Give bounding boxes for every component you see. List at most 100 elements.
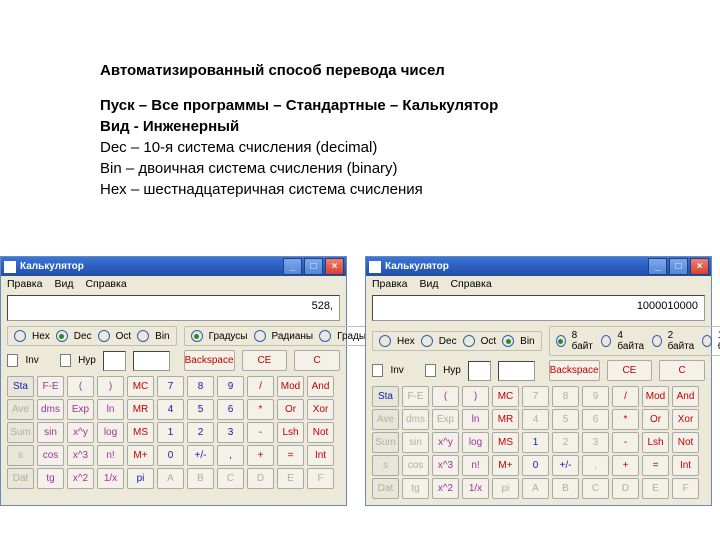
k-x2[interactable]: x^2 [67,468,94,489]
k-nf[interactable]: n! [462,455,489,476]
titlebar[interactable]: Калькулятор _ □ × [1,257,346,276]
k-lp[interactable]: ( [67,376,94,397]
k-8[interactable]: 8 [187,376,214,397]
k-cos[interactable]: cos [402,455,429,476]
k-nf[interactable]: n! [97,445,124,466]
k-7[interactable]: 7 [522,386,549,407]
k-eq[interactable]: = [642,455,669,476]
k-0[interactable]: 0 [522,455,549,476]
k-9[interactable]: 9 [582,386,609,407]
k-a[interactable]: A [522,478,549,499]
check-hyp[interactable] [425,364,436,377]
c-button[interactable]: C [294,350,340,371]
menu-view[interactable]: Вид [54,278,73,290]
radio-hex[interactable] [14,330,26,342]
radio-1byte[interactable] [702,335,712,347]
k-sub[interactable]: - [247,422,274,443]
k-dms[interactable]: dms [37,399,64,420]
k-eq[interactable]: = [277,445,304,466]
k-pm[interactable]: +/- [187,445,214,466]
radio-oct[interactable] [98,330,110,342]
k-9[interactable]: 9 [217,376,244,397]
k-2[interactable]: 2 [187,422,214,443]
c-button[interactable]: C [659,360,705,381]
ce-button[interactable]: CE [242,350,288,371]
k-d[interactable]: D [612,478,639,499]
k-mc[interactable]: MC [127,376,154,397]
k-mul[interactable]: * [612,409,639,430]
k-ms[interactable]: MS [127,422,154,443]
k-4[interactable]: 4 [522,409,549,430]
k-dms[interactable]: dms [402,409,429,430]
k-dat[interactable]: Dat [7,468,34,489]
k-1x[interactable]: 1/x [97,468,124,489]
maximize-button[interactable]: □ [304,258,323,275]
k-or[interactable]: Or [277,399,304,420]
close-button[interactable]: × [325,258,344,275]
k-int[interactable]: Int [672,455,699,476]
ce-button[interactable]: CE [607,360,653,381]
k-cos[interactable]: cos [37,445,64,466]
k-fe[interactable]: F-E [402,386,429,407]
k-1[interactable]: 1 [157,422,184,443]
k-ms[interactable]: MS [492,432,519,453]
k-7[interactable]: 7 [157,376,184,397]
k-mul[interactable]: * [247,399,274,420]
titlebar[interactable]: Калькулятор _ □ × [366,257,711,276]
k-6[interactable]: 6 [217,399,244,420]
minimize-button[interactable]: _ [283,258,302,275]
k-f[interactable]: F [672,478,699,499]
radio-8byte[interactable] [556,335,566,347]
k-div[interactable]: / [612,386,639,407]
k-4[interactable]: 4 [157,399,184,420]
k-mp[interactable]: M+ [127,445,154,466]
k-lsh[interactable]: Lsh [642,432,669,453]
k-sta[interactable]: Sta [372,386,399,407]
k-2[interactable]: 2 [552,432,579,453]
k-log[interactable]: log [97,422,124,443]
k-5[interactable]: 5 [187,399,214,420]
k-c[interactable]: C [217,468,244,489]
menu-edit[interactable]: Правка [7,278,42,290]
k-exp[interactable]: Exp [67,399,94,420]
k-x2[interactable]: x^2 [432,478,459,499]
k-mc[interactable]: MC [492,386,519,407]
k-add[interactable]: + [612,455,639,476]
k-dot[interactable]: , [582,455,609,476]
backspace-button[interactable]: Backspace [549,360,600,381]
radio-2byte[interactable] [652,335,662,347]
k-sin[interactable]: sin [402,432,429,453]
k-xy[interactable]: x^y [67,422,94,443]
k-not[interactable]: Not [307,422,334,443]
k-1[interactable]: 1 [522,432,549,453]
radio-bin[interactable] [502,335,514,347]
k-a[interactable]: A [157,468,184,489]
k-8[interactable]: 8 [552,386,579,407]
k-mod[interactable]: Mod [277,376,304,397]
k-mr[interactable]: MR [127,399,154,420]
k-ave[interactable]: Ave [372,409,399,430]
k-x3[interactable]: x^3 [432,455,459,476]
k-xor[interactable]: Xor [672,409,699,430]
radio-4byte[interactable] [601,335,611,347]
minimize-button[interactable]: _ [648,258,667,275]
k-sum[interactable]: Sum [372,432,399,453]
radio-deg[interactable] [191,330,203,342]
k-fe[interactable]: F-E [37,376,64,397]
k-mp[interactable]: M+ [492,455,519,476]
k-c[interactable]: C [582,478,609,499]
k-mod[interactable]: Mod [642,386,669,407]
k-e[interactable]: E [277,468,304,489]
k-rp[interactable]: ) [462,386,489,407]
radio-bin[interactable] [137,330,149,342]
k-xor[interactable]: Xor [307,399,334,420]
radio-dec[interactable] [56,330,68,342]
k-s[interactable]: s [7,445,34,466]
k-pi[interactable]: pi [492,478,519,499]
k-sum[interactable]: Sum [7,422,34,443]
menu-help[interactable]: Справка [450,278,491,290]
k-and[interactable]: And [672,386,699,407]
k-log[interactable]: log [462,432,489,453]
k-pi[interactable]: pi [127,468,154,489]
k-b[interactable]: B [552,478,579,499]
